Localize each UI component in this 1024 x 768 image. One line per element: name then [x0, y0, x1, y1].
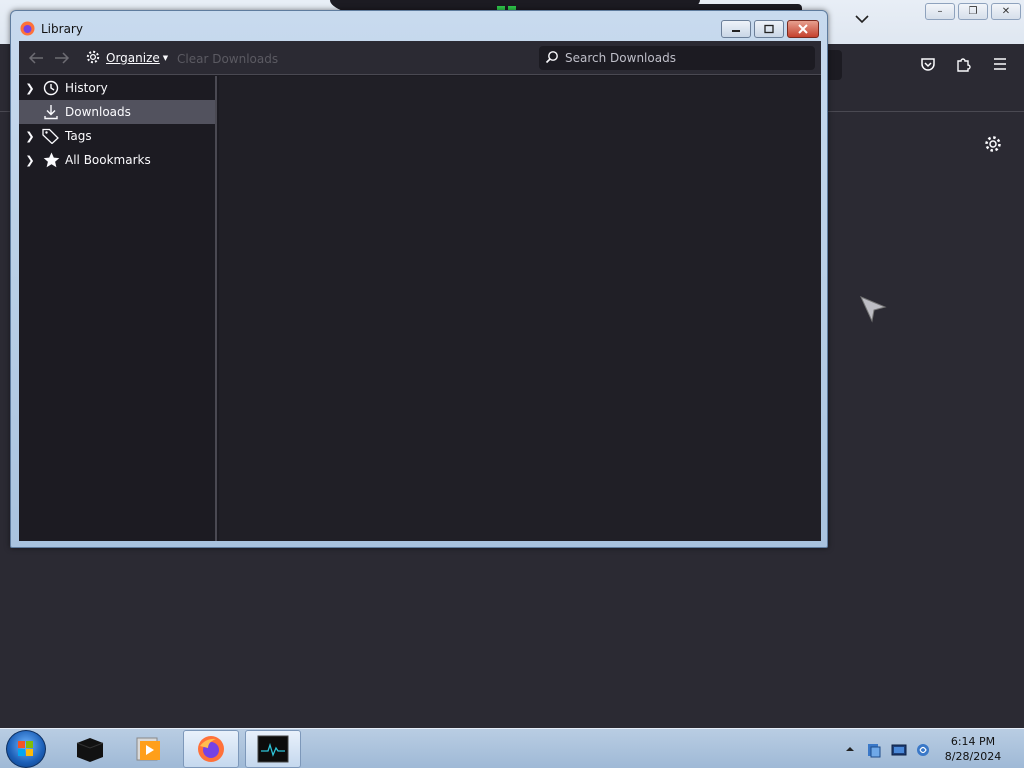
- back-arrow-icon[interactable]: [27, 50, 45, 66]
- search-downloads-box[interactable]: [539, 46, 815, 70]
- start-button-windows-icon[interactable]: [6, 730, 46, 768]
- sidebar-item-all-bookmarks[interactable]: ❯ All Bookmarks: [19, 148, 215, 172]
- sidebar-item-downloads[interactable]: Downloads: [19, 100, 215, 124]
- library-sidebar: ❯ History Downloads ❯ Tags ❯ All Bookmar…: [19, 76, 217, 541]
- settings-gear-icon[interactable]: [983, 134, 1003, 154]
- sidebar-item-label: History: [65, 81, 108, 95]
- firefox-logo-icon: [20, 21, 35, 36]
- tray-display-icon[interactable]: [891, 742, 907, 758]
- sidebar-item-label: Downloads: [65, 105, 131, 119]
- taskbar-media-player-icon[interactable]: [120, 730, 176, 768]
- taskbar-terminal-icon[interactable]: [62, 730, 118, 768]
- background-restore-button[interactable]: ❐: [958, 3, 988, 20]
- organize-gear-icon: [85, 49, 101, 68]
- mouse-pointer-icon: [858, 294, 888, 327]
- tag-icon: [41, 127, 61, 145]
- expand-chevron-icon[interactable]: ❯: [19, 154, 41, 167]
- clock-date: 8/28/2024: [944, 750, 1002, 763]
- sidebar-item-label: Tags: [65, 129, 92, 143]
- sidebar-item-history[interactable]: ❯ History: [19, 76, 215, 100]
- list-all-tabs-chevron-icon[interactable]: [855, 12, 873, 30]
- close-button[interactable]: [787, 20, 819, 38]
- taskbar-clock[interactable]: 6:14 PM 8/28/2024: [940, 734, 1006, 764]
- clock-icon: [41, 79, 61, 97]
- tray-volume-icon[interactable]: [915, 742, 931, 758]
- downloads-list-pane[interactable]: [219, 76, 821, 541]
- maximize-button[interactable]: [754, 20, 784, 38]
- clear-downloads-button[interactable]: Clear Downloads: [177, 52, 278, 66]
- sidebar-item-tags[interactable]: ❯ Tags: [19, 124, 215, 148]
- library-window: Library Organize ▼ Clear Downloads Searc…: [10, 10, 828, 548]
- search-downloads-input[interactable]: [565, 51, 805, 65]
- show-hidden-icons-arrow-icon[interactable]: [845, 743, 861, 759]
- taskbar-monitor-app-icon[interactable]: [245, 730, 301, 768]
- library-toolbar: Organize ▼ Clear Downloads: [19, 41, 821, 75]
- library-client-area: Organize ▼ Clear Downloads ❯ History: [19, 41, 821, 541]
- taskbar-firefox-icon[interactable]: [183, 730, 239, 768]
- extensions-puzzle-icon[interactable]: [954, 54, 974, 74]
- tray-network-icon[interactable]: [866, 742, 882, 758]
- background-close-button[interactable]: ✕: [991, 3, 1021, 20]
- star-icon: [41, 151, 61, 169]
- pocket-icon[interactable]: [918, 54, 938, 74]
- expand-chevron-icon[interactable]: ❯: [19, 130, 41, 143]
- background-minimize-button[interactable]: –: [925, 3, 955, 20]
- search-icon: [545, 50, 559, 67]
- clock-time: 6:14 PM: [950, 735, 996, 748]
- window-title: Library: [41, 22, 83, 36]
- dropdown-caret-icon: ▼: [162, 54, 169, 62]
- sidebar-item-label: All Bookmarks: [65, 153, 151, 167]
- organize-label: Organize: [106, 51, 160, 65]
- expand-chevron-icon[interactable]: ❯: [19, 82, 41, 95]
- menu-hamburger-icon[interactable]: [990, 54, 1010, 74]
- taskbar: 6:14 PM 8/28/2024: [0, 728, 1024, 768]
- forward-arrow-icon[interactable]: [53, 50, 71, 66]
- minimize-button[interactable]: [721, 20, 751, 38]
- organize-button[interactable]: Organize ▼: [85, 49, 168, 67]
- download-icon: [41, 103, 61, 121]
